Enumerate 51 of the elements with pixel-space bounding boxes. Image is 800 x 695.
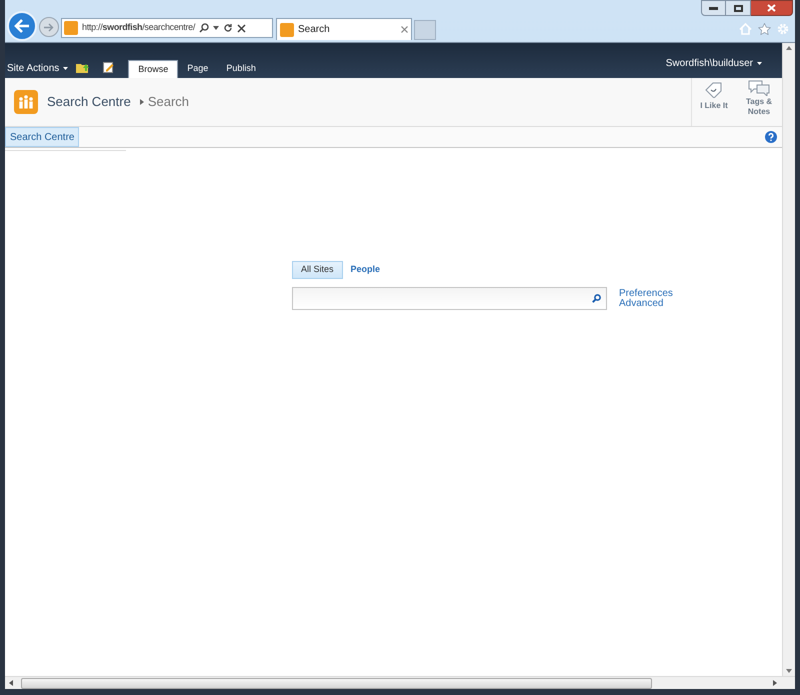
people-icon bbox=[14, 90, 38, 114]
site-actions-menu[interactable]: Site Actions bbox=[7, 58, 68, 78]
search-icon[interactable] bbox=[592, 294, 601, 303]
help-icon[interactable] bbox=[765, 131, 777, 143]
caret-icon bbox=[63, 66, 68, 70]
folder-icon[interactable] bbox=[76, 62, 90, 73]
tags-notes-button[interactable]: Tags & Notes bbox=[736, 78, 782, 126]
site-icon bbox=[64, 21, 78, 35]
search-field[interactable] bbox=[292, 287, 607, 310]
site-title[interactable]: Search Centre bbox=[47, 92, 131, 112]
close-button[interactable] bbox=[751, 0, 793, 16]
ribbon-tab[interactable]: Publish bbox=[217, 60, 265, 78]
ribbon-tab[interactable]: Browse bbox=[128, 60, 178, 78]
action-label: Tags & Notes bbox=[744, 97, 774, 117]
back-button[interactable] bbox=[7, 11, 37, 41]
page-title: Search bbox=[148, 93, 190, 112]
back-arrow-icon bbox=[14, 19, 30, 33]
tag-icon bbox=[705, 82, 723, 98]
scroll-right-icon[interactable] bbox=[773, 680, 777, 686]
minimize-button[interactable] bbox=[701, 0, 726, 16]
scroll-down-icon[interactable] bbox=[786, 669, 792, 673]
search-option-link[interactable]: Preferences bbox=[619, 289, 673, 299]
browser-tab[interactable]: Search bbox=[276, 18, 412, 40]
address-bar[interactable]: http://swordfish/searchcentre/ bbox=[61, 18, 273, 38]
vertical-scrollbar[interactable] bbox=[782, 43, 795, 676]
scroll-left-icon[interactable] bbox=[9, 680, 13, 686]
tab-title: Search bbox=[298, 23, 331, 37]
close-icon bbox=[767, 4, 776, 12]
caret-icon bbox=[757, 62, 762, 64]
search-option-link[interactable]: Advanced bbox=[619, 299, 673, 309]
star-icon[interactable] bbox=[758, 23, 771, 35]
action-label: I Like It bbox=[700, 101, 728, 111]
nav-link[interactable]: Search Centre bbox=[5, 127, 80, 147]
i-like-it-button[interactable]: I Like It bbox=[692, 78, 736, 126]
scope-tab[interactable]: All Sites bbox=[292, 261, 343, 279]
address-text: http://swordfish/searchcentre/ bbox=[82, 21, 196, 34]
scroll-thumb[interactable] bbox=[21, 678, 652, 688]
scroll-up-icon[interactable] bbox=[786, 46, 792, 50]
user-menu[interactable]: Swordfish\builduser bbox=[666, 51, 762, 75]
site-icon bbox=[280, 22, 294, 36]
edit-icon[interactable] bbox=[103, 62, 114, 73]
breadcrumb-arrow-icon bbox=[140, 99, 144, 105]
scope-tab[interactable]: People bbox=[344, 261, 386, 279]
horizontal-scrollbar[interactable] bbox=[5, 676, 795, 689]
close-icon[interactable] bbox=[237, 24, 246, 32]
forward-arrow-icon bbox=[44, 22, 54, 32]
ribbon-tab[interactable]: Page bbox=[178, 60, 218, 78]
search-icon[interactable] bbox=[199, 23, 210, 33]
maximize-button[interactable] bbox=[726, 0, 751, 16]
caret-icon[interactable] bbox=[213, 26, 220, 30]
refresh-icon[interactable] bbox=[223, 23, 234, 33]
